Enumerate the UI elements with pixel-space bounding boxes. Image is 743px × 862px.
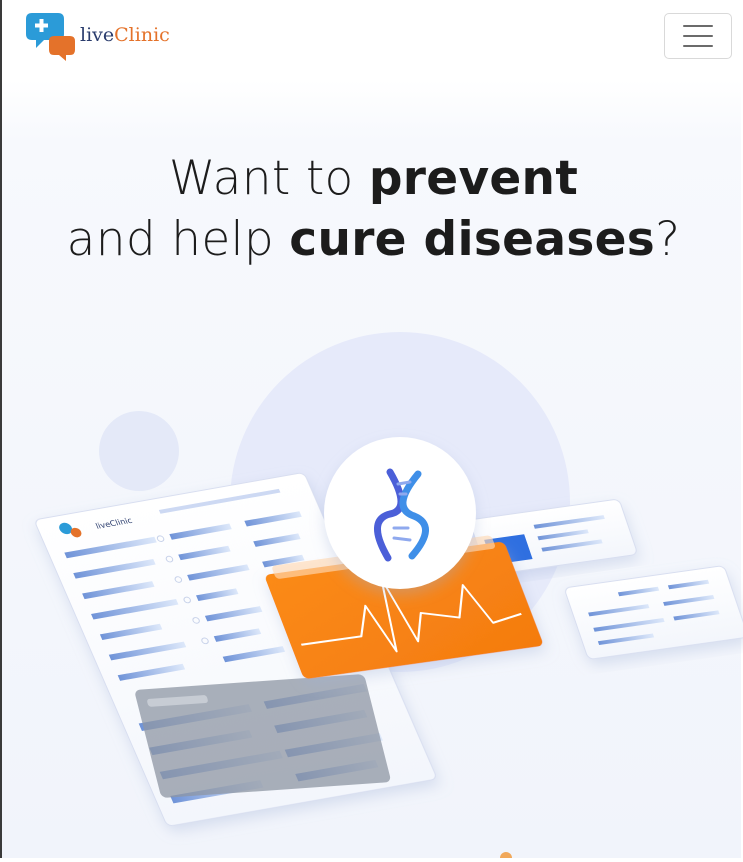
background-circle-small [99, 411, 179, 491]
live-clinic-logo-icon [26, 10, 78, 64]
hero-illustration: liveClinic [4, 320, 743, 862]
grey-panel [135, 674, 391, 798]
side-card-lower [565, 565, 743, 660]
brand-logo-link[interactable]: liveClinic [26, 10, 170, 64]
hero-headline: Want to prevent and help cure diseases? [4, 148, 743, 270]
hero-headline-line1-light: Want to [168, 151, 369, 206]
navbar: liveClinic [4, 0, 743, 78]
brand-name-clinic: Clinic [114, 24, 170, 46]
brand-name-live: live [80, 24, 115, 46]
hero-headline-line1-bold: prevent [368, 151, 579, 206]
hero-headline-line2-bold: cure diseases [289, 212, 656, 267]
brand-name: liveClinic [80, 24, 170, 46]
nav-menu-toggle-button[interactable] [664, 13, 732, 59]
hero-headline-line2-light: and help [66, 212, 290, 267]
page-frame: liveClinic Want to prevent and help cure … [0, 0, 743, 862]
hero-headline-question-mark: ? [655, 212, 681, 267]
decor-dot [500, 852, 512, 862]
hamburger-menu-icon [683, 25, 713, 47]
